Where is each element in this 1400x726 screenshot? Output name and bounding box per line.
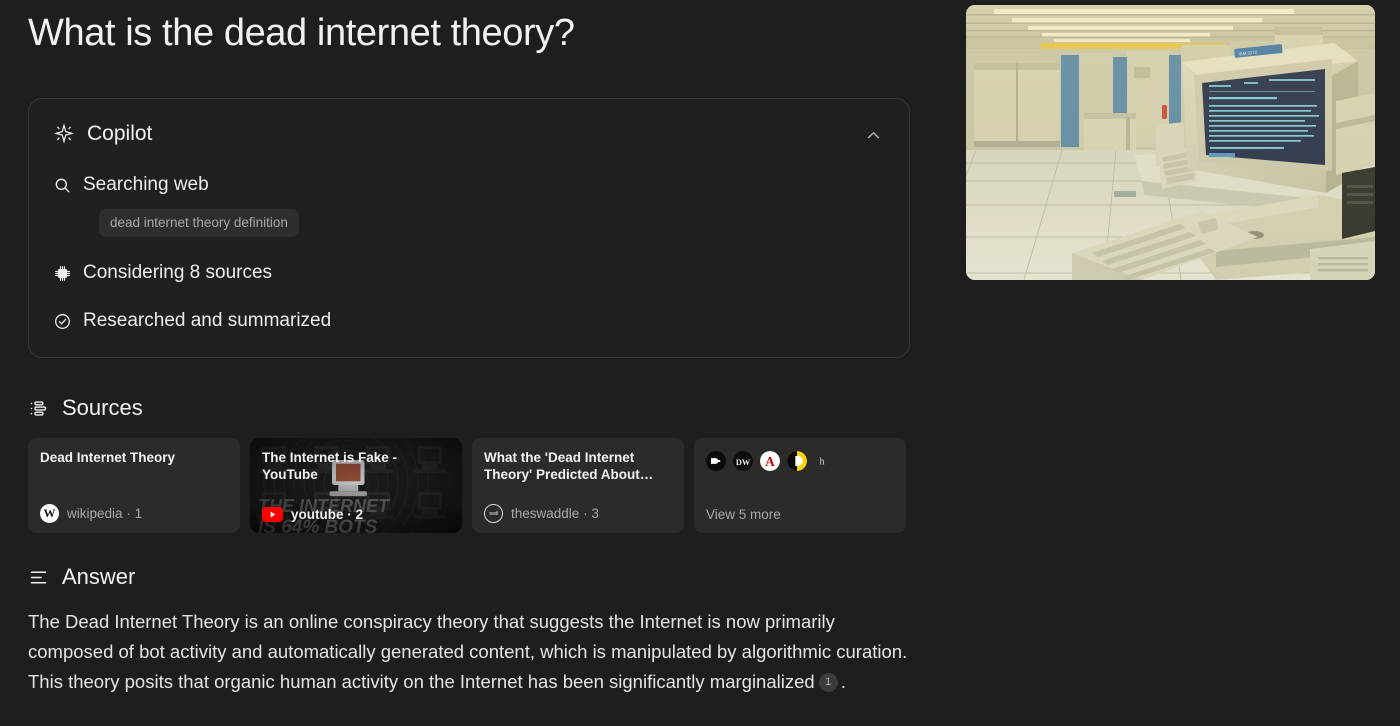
partial-favicon: h (814, 453, 830, 469)
source-card-youtube[interactable]: THE INTERNET IS 64% BOTS The Internet is… (250, 438, 462, 533)
answer-page: What is the dead internet theory? Copilo… (0, 0, 1400, 726)
check-circle-icon (53, 312, 72, 331)
answer-text: The Dead Internet Theory is an online co… (28, 611, 908, 692)
svg-text:A: A (765, 454, 775, 469)
source-card-theswaddle[interactable]: What the 'Dead Internet Theory' Predicte… (472, 438, 684, 533)
sources-heading: Sources (28, 394, 933, 422)
sparkle-icon (53, 123, 75, 145)
source-card-wikipedia[interactable]: Dead Internet Theory W wikipedia · 1 (28, 438, 240, 533)
answer-text-tail: . (840, 671, 846, 692)
chip-ai-icon: AI (53, 264, 72, 283)
source-meta: youtube · 2 (262, 506, 450, 523)
source-card-view-more[interactable]: DW A h View 5 more (694, 438, 906, 533)
step-label: Searching web (83, 174, 209, 195)
copilot-collapse-button[interactable] (859, 121, 887, 149)
step-label: Considering 8 sources (83, 262, 273, 283)
source-meta: W wikipedia · 1 (40, 504, 228, 523)
svg-text:DW: DW (736, 458, 751, 467)
copilot-step-considering-sources: AI Considering 8 sources (53, 261, 885, 285)
search-icon (53, 176, 72, 195)
list-lines-icon (28, 398, 49, 419)
copilot-step-researched-summarized: Researched and summarized (53, 309, 885, 333)
youtube-favicon (262, 507, 283, 522)
copilot-step-searching-web: Searching web (53, 173, 885, 197)
sources-row: Dead Internet Theory W wikipedia · 1 The… (28, 438, 933, 533)
source-domain: theswaddle · 3 (511, 506, 599, 521)
gothic-d-favicon: DW (733, 451, 753, 471)
answer-heading: Answer (28, 563, 933, 591)
view-more-label: View 5 more (706, 507, 781, 522)
theswaddle-favicon: swdl (484, 504, 503, 523)
dictionary-favicon (706, 451, 726, 471)
hero-image[interactable]: IBM 3270 (966, 5, 1375, 280)
source-title: Dead Internet Theory (40, 450, 176, 465)
sources-title: Sources (62, 395, 143, 420)
red-a-favicon: A (760, 451, 780, 471)
svg-text:AI: AI (60, 271, 66, 277)
citation-badge-1[interactable]: 1 (818, 673, 838, 692)
copilot-card: Copilot Searching web dead internet theo… (28, 98, 910, 358)
svg-text:h: h (820, 456, 825, 467)
search-query-chip[interactable]: dead internet theory definition (99, 209, 299, 237)
main-column: What is the dead internet theory? Copilo… (28, 0, 933, 697)
wikipedia-favicon: W (40, 504, 59, 523)
page-title: What is the dead internet theory? (28, 12, 575, 54)
step-label: Researched and summarized (83, 310, 332, 331)
stacked-favicons: DW A h (706, 451, 894, 471)
copilot-header: Copilot (53, 119, 885, 149)
source-title: What the 'Dead Internet Theory' Predicte… (484, 450, 654, 482)
answer-paragraph: The Dead Internet Theory is an online co… (28, 607, 914, 697)
source-title: The Internet is Fake - YouTube (262, 450, 398, 482)
text-lines-icon (28, 567, 49, 588)
source-domain: youtube · 2 (291, 507, 364, 522)
answer-title: Answer (62, 564, 136, 589)
chevron-up-icon (865, 127, 882, 144)
yellow-d-favicon (787, 451, 807, 471)
source-meta: swdl theswaddle · 3 (484, 504, 672, 523)
source-domain: wikipedia · 1 (67, 506, 143, 521)
copilot-label: Copilot (87, 122, 153, 145)
